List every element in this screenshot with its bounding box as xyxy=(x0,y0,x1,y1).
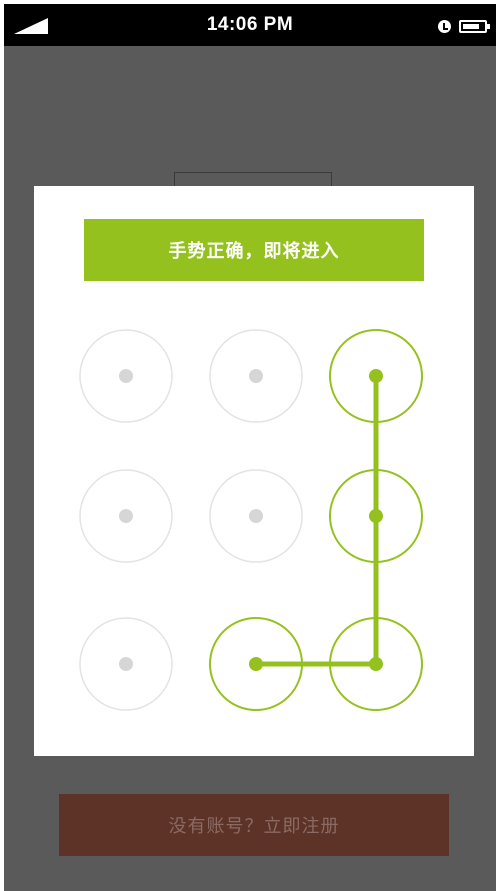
register-button[interactable]: 没有账号？立即注册 xyxy=(59,794,449,856)
gesture-pattern-grid[interactable] xyxy=(34,186,474,756)
pattern-node-dot xyxy=(369,369,383,383)
pattern-node-dot xyxy=(119,509,133,523)
pattern-node-2[interactable] xyxy=(209,329,303,423)
phone-screen: 14:06 PM 手势正确，即将进入 没有账号？立即注册 xyxy=(4,4,496,891)
alarm-icon xyxy=(438,20,451,33)
pattern-node-1[interactable] xyxy=(79,329,173,423)
gesture-unlock-dialog: 手势正确，即将进入 xyxy=(34,186,474,756)
pattern-node-dot xyxy=(249,369,263,383)
pattern-node-4[interactable] xyxy=(79,469,173,563)
register-button-label: 没有账号？立即注册 xyxy=(168,816,340,837)
battery-icon xyxy=(459,20,490,33)
pattern-node-dot xyxy=(369,509,383,523)
pattern-node-5[interactable] xyxy=(209,469,303,563)
pattern-node-dot xyxy=(249,657,263,671)
pattern-node-dot xyxy=(249,509,263,523)
pattern-node-dot xyxy=(119,369,133,383)
pattern-canvas[interactable] xyxy=(34,186,474,756)
pattern-node-dot xyxy=(119,657,133,671)
status-bar: 14:06 PM xyxy=(4,4,496,46)
pattern-node-7[interactable] xyxy=(79,617,173,711)
status-time: 14:06 PM xyxy=(206,14,294,35)
pattern-node-dot xyxy=(369,657,383,671)
battery-level xyxy=(463,24,479,29)
